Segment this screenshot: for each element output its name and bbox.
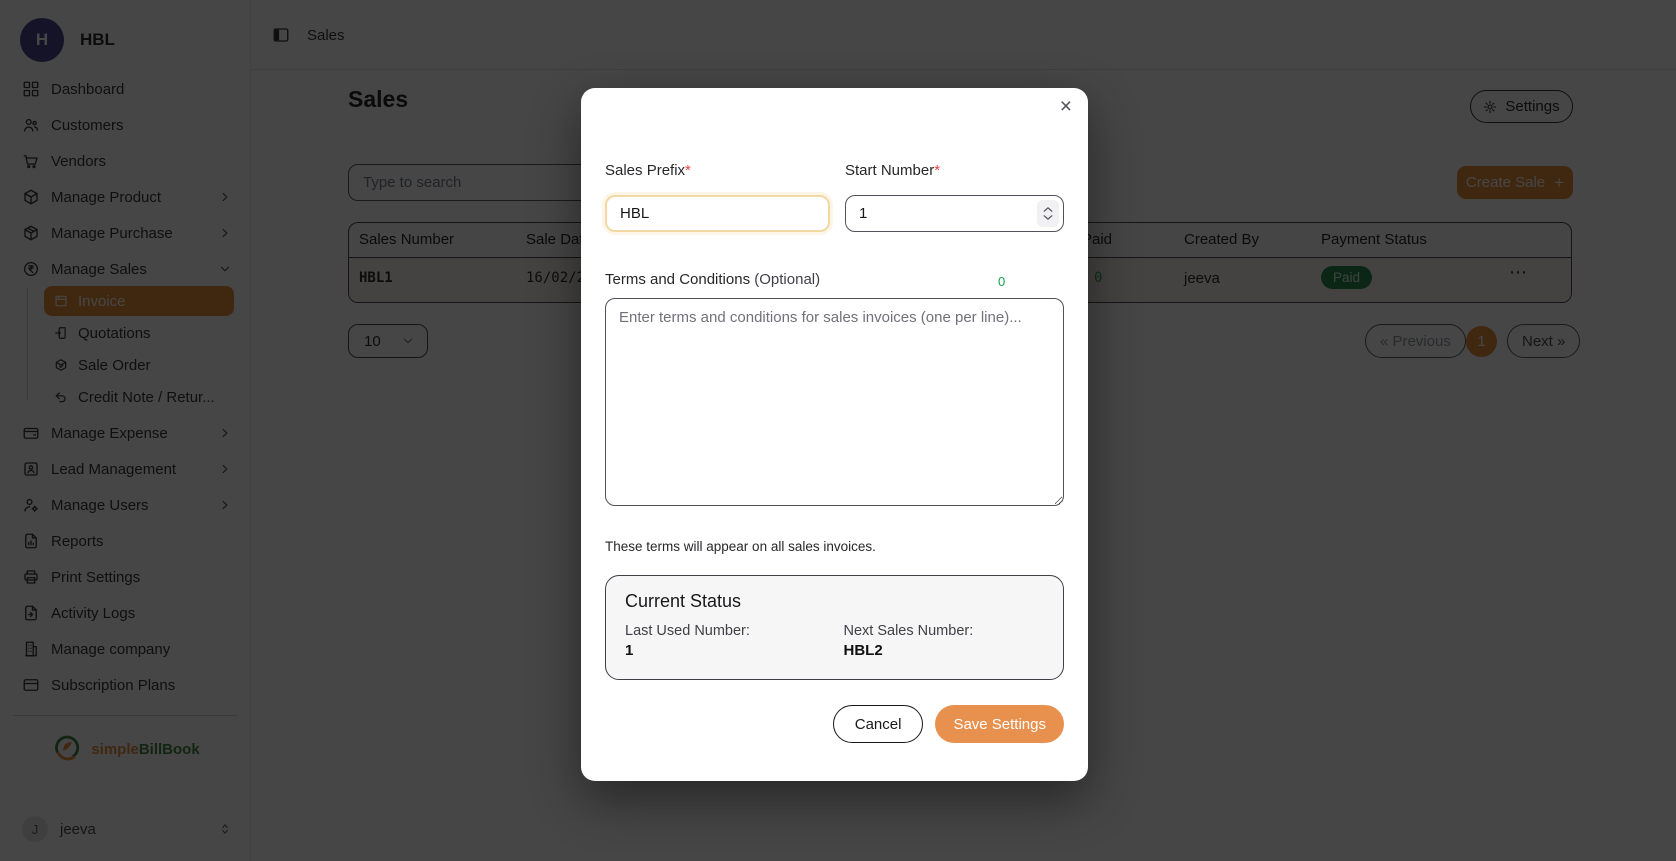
start-number-input[interactable]	[845, 195, 1064, 232]
terms-helper-text: These terms will appear on all sales inv…	[605, 539, 876, 554]
last-used-number-label: Last Used Number:	[625, 623, 826, 639]
close-icon[interactable]: ×	[1060, 96, 1072, 117]
modal-footer: Cancel Save Settings	[605, 705, 1064, 743]
save-settings-button[interactable]: Save Settings	[935, 705, 1064, 743]
terms-label: Terms and Conditions (Optional)	[605, 271, 820, 288]
start-number-label: Start Number*	[845, 162, 940, 179]
terms-counter: 0	[998, 274, 1005, 289]
sales-prefix-label: Sales Prefix*	[605, 162, 691, 179]
start-number-field	[845, 195, 1064, 232]
last-used-number-value: 1	[625, 642, 826, 659]
current-status-box: Current Status Last Used Number: Next Sa…	[605, 575, 1064, 680]
required-asterisk: *	[934, 162, 940, 179]
sales-settings-modal: × Sales Settings Sales Prefix* Start Num…	[581, 88, 1088, 781]
terms-textarea[interactable]	[605, 298, 1064, 506]
cancel-button[interactable]: Cancel	[833, 705, 924, 743]
required-asterisk: *	[685, 162, 691, 179]
chevron-down-icon	[1043, 214, 1053, 221]
optional-hint: (Optional)	[754, 271, 820, 288]
chevron-up-icon	[1043, 206, 1053, 213]
number-stepper[interactable]	[1037, 200, 1059, 227]
current-status-title: Current Status	[625, 591, 1044, 612]
next-sales-number-value: HBL2	[844, 642, 1045, 659]
sales-prefix-input[interactable]	[605, 195, 830, 232]
next-sales-number-label: Next Sales Number:	[844, 623, 1045, 639]
app-screen: H HBL Dashboard Customers Vendors Manage…	[0, 0, 1676, 861]
